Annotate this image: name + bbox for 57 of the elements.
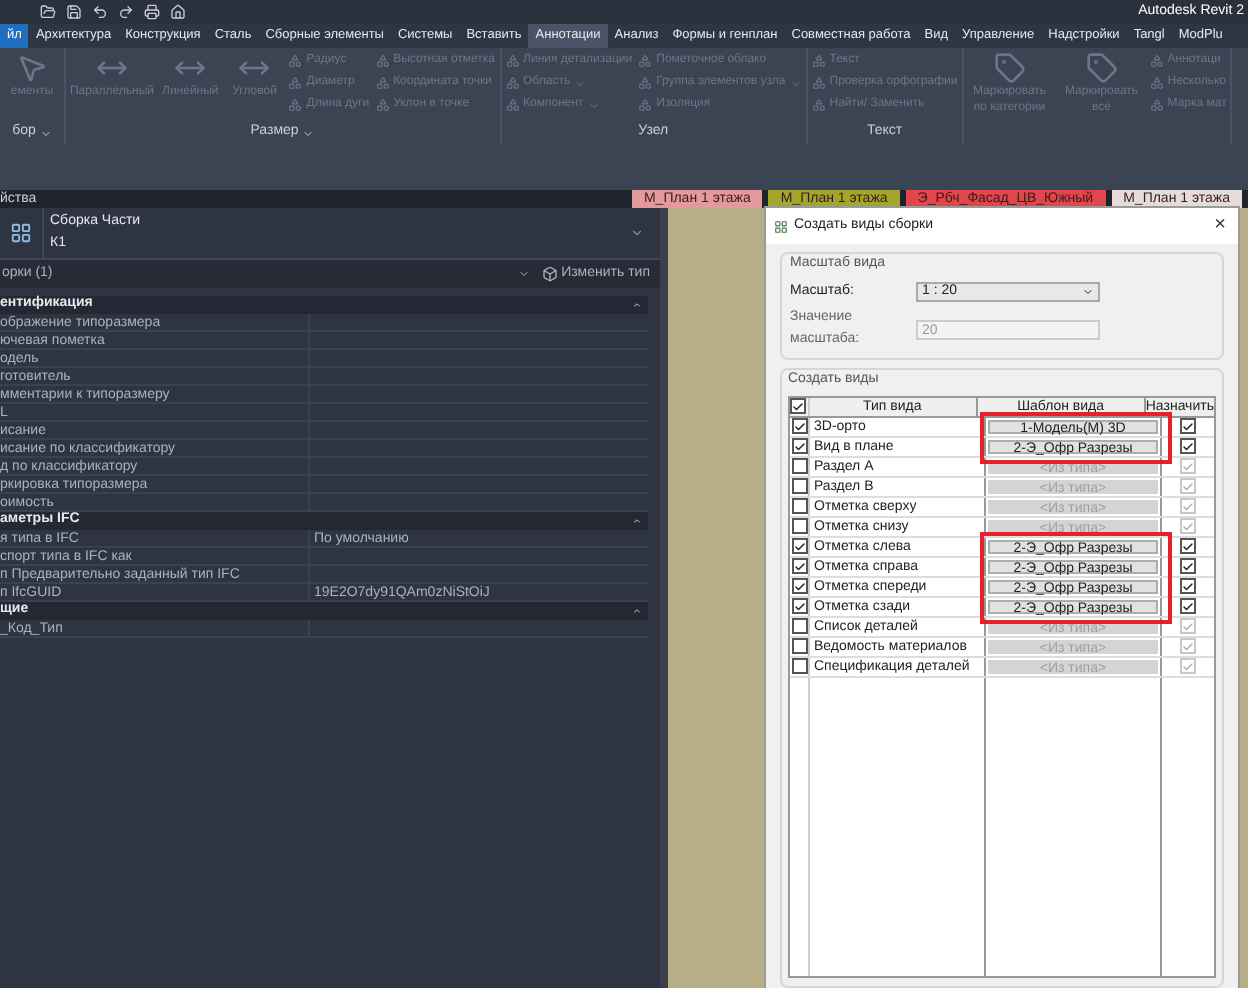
undo-icon[interactable] (92, 4, 108, 20)
checkbox[interactable] (791, 458, 807, 474)
checkbox[interactable] (790, 398, 807, 414)
checkbox[interactable] (791, 578, 807, 594)
checkbox[interactable] (1180, 598, 1196, 614)
home-icon[interactable] (170, 4, 186, 20)
checkbox[interactable] (791, 518, 807, 534)
tool-icon (811, 98, 826, 112)
box-icon (541, 266, 558, 282)
tool-icon (811, 76, 826, 90)
tool-icon (375, 54, 390, 68)
tool-icon (375, 76, 390, 90)
tool-icon (1149, 54, 1164, 68)
save-icon[interactable] (66, 4, 82, 20)
cursor-icon (16, 52, 48, 84)
folder-icon[interactable] (40, 4, 56, 20)
checkbox[interactable] (791, 638, 807, 654)
checkbox[interactable] (1180, 418, 1196, 434)
tool-icon (505, 54, 520, 68)
checkbox[interactable] (1180, 538, 1196, 554)
checkbox[interactable] (1180, 558, 1196, 574)
printer-icon[interactable] (144, 4, 160, 20)
tool-icon (638, 54, 653, 68)
tag-icon (993, 52, 1026, 84)
tool-icon (638, 98, 653, 112)
tool-icon (505, 76, 520, 90)
tool-icon (1149, 98, 1164, 112)
collapse-icon[interactable] (632, 516, 642, 526)
tool-icon (288, 76, 303, 90)
collapse-icon[interactable] (632, 606, 642, 616)
collapse-icon[interactable] (632, 300, 642, 310)
caret-icon (1082, 285, 1094, 298)
caret-icon[interactable] (630, 226, 644, 240)
dialog-icon (774, 219, 788, 233)
checkbox[interactable] (791, 478, 807, 494)
checkbox[interactable] (791, 438, 807, 454)
tag-icon (1085, 52, 1118, 84)
checkbox[interactable] (791, 598, 807, 614)
tool-icon (505, 98, 520, 112)
checkbox[interactable] (791, 558, 807, 574)
tool-icon (375, 98, 390, 112)
tool-icon (288, 54, 303, 68)
checkbox[interactable] (791, 618, 807, 634)
close-button[interactable]: × (1210, 216, 1230, 236)
assembly-icon (10, 222, 32, 244)
redo-icon[interactable] (118, 4, 134, 20)
checkbox[interactable] (1180, 578, 1196, 594)
checkbox[interactable] (791, 538, 807, 554)
caret-icon[interactable] (517, 268, 530, 280)
checkbox[interactable] (1180, 438, 1196, 454)
checkbox[interactable] (791, 498, 807, 514)
checkbox[interactable] (791, 658, 807, 674)
checkbox[interactable] (791, 418, 807, 434)
tool-icon (638, 76, 653, 90)
tool-icon (1149, 76, 1164, 90)
tool-icon (811, 54, 826, 68)
tool-icon (288, 98, 303, 112)
